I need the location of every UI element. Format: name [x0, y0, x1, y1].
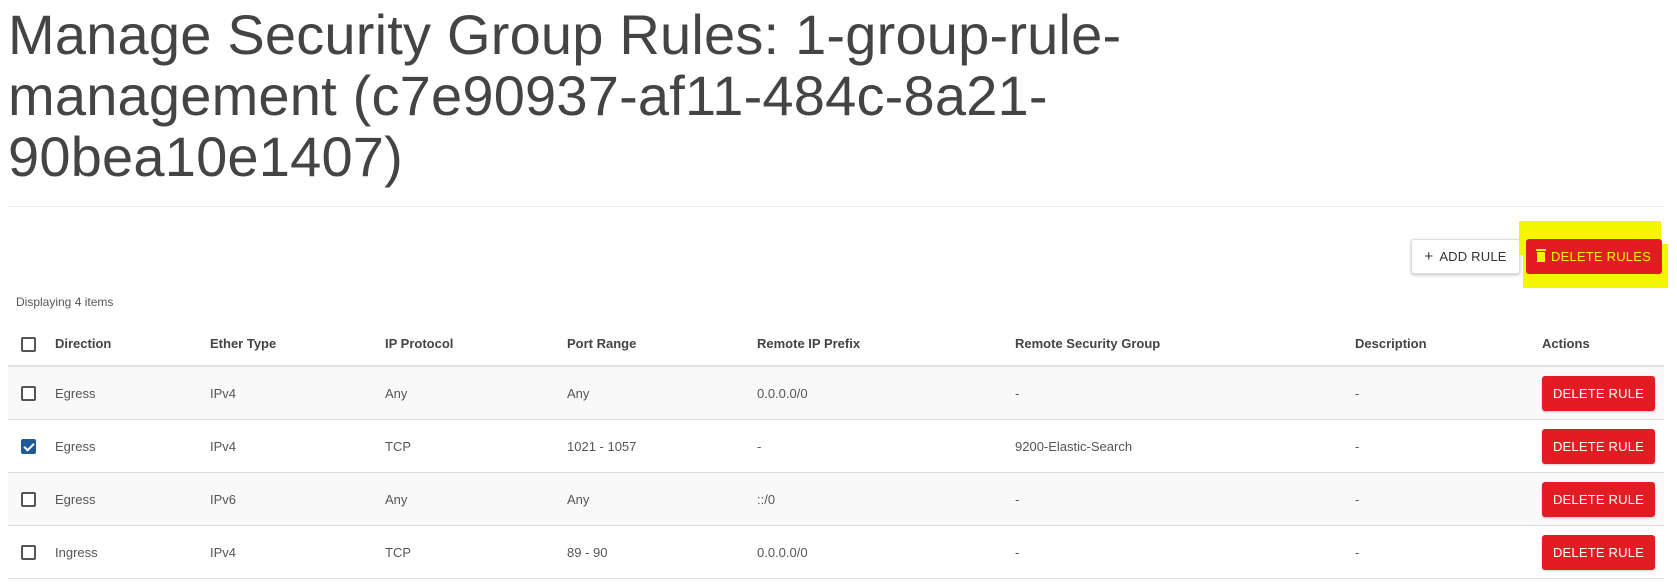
title-divider: [8, 206, 1664, 207]
cell-remote-security-group: -: [1015, 472, 1355, 526]
select-all-checkbox[interactable]: [21, 336, 36, 352]
cell-description: -: [1355, 472, 1542, 526]
column-header-description[interactable]: Description: [1355, 322, 1542, 367]
row-checkbox[interactable]: [21, 386, 36, 402]
cell-remote-ip-prefix: -: [757, 419, 1015, 473]
add-rule-label: ADD RULE: [1439, 249, 1507, 264]
cell-ether-type: IPv6: [210, 472, 385, 526]
cell-remote-security-group: -: [1015, 366, 1355, 420]
column-header-direction[interactable]: Direction: [55, 322, 210, 367]
cell-direction: Egress: [55, 472, 210, 526]
column-header-actions: Actions: [1542, 322, 1664, 367]
cell-description: -: [1355, 419, 1542, 473]
delete-rule-button[interactable]: DELETE RULE: [1542, 534, 1655, 570]
select-all-cell: [8, 322, 55, 367]
cell-description: -: [1355, 366, 1542, 420]
column-header-remote-security-group[interactable]: Remote Security Group: [1015, 322, 1355, 367]
table-row: Egress IPv4 Any Any 0.0.0.0/0 - - DELETE…: [8, 366, 1664, 420]
rules-table: Direction Ether Type IP Protocol Port Ra…: [8, 322, 1664, 579]
page: Manage Security Group Rules: 1-group-rul…: [0, 0, 1677, 586]
cell-port-range: 1021 - 1057: [567, 419, 757, 473]
page-title: Manage Security Group Rules: 1-group-rul…: [8, 3, 1122, 188]
cell-ether-type: IPv4: [210, 525, 385, 579]
delete-rule-button[interactable]: DELETE RULE: [1542, 481, 1655, 517]
cell-ip-protocol: TCP: [385, 525, 567, 579]
table-row: Egress IPv4 TCP 1021 - 1057 - 9200-Elast…: [8, 419, 1664, 473]
cell-ip-protocol: Any: [385, 472, 567, 526]
cell-port-range: 89 - 90: [567, 525, 757, 579]
plus-icon: +: [1424, 248, 1434, 265]
cell-port-range: Any: [567, 366, 757, 420]
cell-port-range: Any: [567, 472, 757, 526]
cell-remote-ip-prefix: 0.0.0.0/0: [757, 525, 1015, 579]
add-rule-button[interactable]: + ADD RULE: [1411, 239, 1520, 274]
cell-remote-security-group: -: [1015, 525, 1355, 579]
column-header-port-range[interactable]: Port Range: [567, 322, 757, 367]
cell-ether-type: IPv4: [210, 419, 385, 473]
delete-rules-label: DELETE RULES: [1551, 249, 1651, 264]
cell-direction: Ingress: [55, 525, 210, 579]
table-header-row: Direction Ether Type IP Protocol Port Ra…: [8, 322, 1664, 367]
row-checkbox[interactable]: [21, 545, 36, 561]
table-row: Ingress IPv4 TCP 89 - 90 0.0.0.0/0 - - D…: [8, 525, 1664, 579]
cell-direction: Egress: [55, 419, 210, 473]
delete-rules-button[interactable]: DELETE RULES: [1526, 239, 1662, 274]
cell-ether-type: IPv4: [210, 366, 385, 420]
column-header-remote-ip-prefix[interactable]: Remote IP Prefix: [757, 322, 1015, 367]
cell-description: -: [1355, 525, 1542, 579]
cell-ip-protocol: TCP: [385, 419, 567, 473]
row-checkbox[interactable]: [21, 439, 36, 455]
cell-remote-ip-prefix: ::/0: [757, 472, 1015, 526]
column-header-ip-protocol[interactable]: IP Protocol: [385, 322, 567, 367]
cell-remote-security-group: 9200-Elastic-Search: [1015, 419, 1355, 473]
table-row: Egress IPv6 Any Any ::/0 - - DELETE RULE: [8, 472, 1664, 526]
cell-ip-protocol: Any: [385, 366, 567, 420]
column-header-ether-type[interactable]: Ether Type: [210, 322, 385, 367]
trash-icon: [1536, 249, 1547, 262]
item-count: Displaying 4 items: [16, 295, 114, 309]
cell-remote-ip-prefix: 0.0.0.0/0: [757, 366, 1015, 420]
delete-rule-button[interactable]: DELETE RULE: [1542, 375, 1655, 411]
row-checkbox[interactable]: [21, 492, 36, 508]
cell-direction: Egress: [55, 366, 210, 420]
delete-rule-button[interactable]: DELETE RULE: [1542, 428, 1655, 464]
